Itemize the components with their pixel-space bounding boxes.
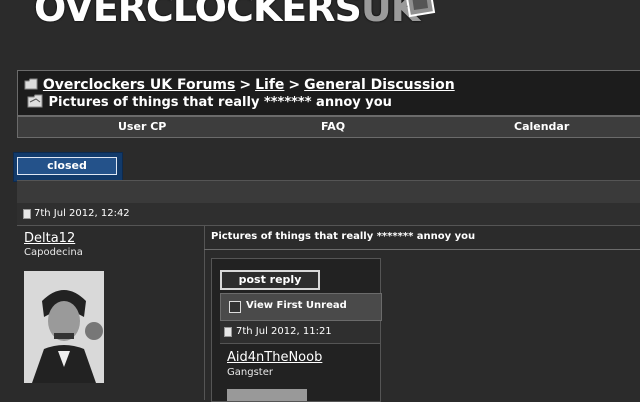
thread-divider — [17, 180, 640, 204]
thread-title-row: Pictures of things that really ******* a… — [26, 94, 392, 110]
embedded-view-first-unread-bar: View First Unread — [220, 293, 382, 321]
post-user-column: Delta12 Capodecina — [17, 226, 205, 400]
post-header: 7th Jul 2012, 12:42 — [17, 203, 640, 226]
embedded-username: Aid4nTheNoob — [227, 350, 323, 365]
breadcrumb-general-discussion-link[interactable]: General Discussion — [304, 77, 455, 93]
closed-thread-badge: closed — [13, 152, 123, 182]
embedded-user-title: Gangster — [227, 367, 273, 378]
logo-main-text: OVERCLOCKERS — [34, 0, 362, 30]
closed-button[interactable]: closed — [17, 157, 117, 175]
thread-folder-icon — [27, 94, 43, 108]
embedded-screenshot: post reply View First Unread 7th Jul 201… — [211, 258, 382, 402]
post-username[interactable]: Delta12 — [24, 231, 75, 246]
embedded-post-date: 7th Jul 2012, 11:21 — [236, 326, 332, 337]
menu-calendar[interactable]: Calendar — [514, 120, 569, 133]
embedded-view-first-unread: View First Unread — [246, 300, 347, 311]
post-title-divider — [204, 249, 640, 250]
breadcrumb: Overclockers UK Forums > Life > General Disc… — [24, 77, 455, 93]
breadcrumb-box: Overclockers UK Forums > Life > General Disc… — [17, 70, 640, 116]
breadcrumb-separator: > — [239, 77, 252, 93]
post-doc-icon — [23, 209, 31, 219]
embedded-doc-icon — [224, 327, 232, 337]
avatar — [24, 271, 104, 383]
folder-icon — [24, 78, 38, 90]
post-title: Pictures of things that really ******* a… — [211, 231, 476, 242]
top-menu-bar: User CP FAQ Calendar — [17, 116, 640, 138]
breadcrumb-separator: > — [288, 77, 301, 93]
menu-faq[interactable]: FAQ — [321, 120, 345, 133]
menu-user-cp[interactable]: User CP — [118, 120, 166, 133]
logo-cube-icon — [406, 0, 436, 18]
thread-title: Pictures of things that really ******* a… — [48, 95, 392, 110]
embedded-post-reply-button: post reply — [220, 270, 320, 290]
post-user-title: Capodecina — [24, 247, 83, 258]
breadcrumb-forums-link[interactable]: Overclockers UK Forums — [43, 77, 235, 93]
view-first-unread-icon — [229, 301, 241, 313]
embedded-avatar — [227, 389, 307, 401]
post-date: 7th Jul 2012, 12:42 — [34, 208, 130, 219]
embedded-post-header: 7th Jul 2012, 11:21 — [220, 321, 380, 344]
breadcrumb-life-link[interactable]: Life — [255, 77, 284, 93]
